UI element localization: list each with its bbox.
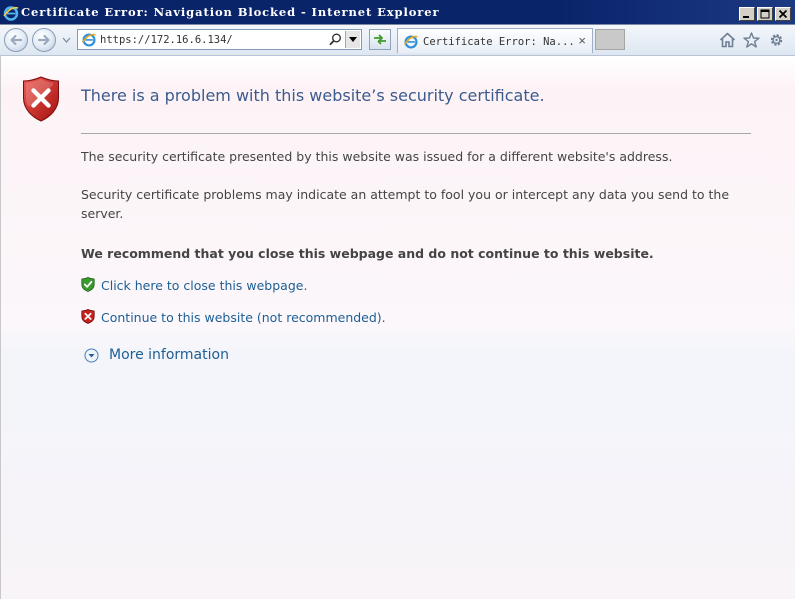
title-bar[interactable]: Certificate Error: Navigation Blocked - … (0, 0, 795, 25)
expand-circle-icon (84, 348, 99, 363)
close-window-button[interactable] (775, 7, 791, 21)
favorites-star-icon[interactable] (743, 32, 760, 53)
navigation-toolbar: https://172.16.6.134/ Certificate Error:… (0, 25, 795, 56)
browser-tab[interactable]: Certificate Error: Na... × (397, 28, 593, 53)
chevron-down-icon (349, 37, 357, 42)
refresh-icon (374, 34, 386, 45)
warning-paragraph: Security certificate problems may indica… (81, 187, 730, 221)
error-shield-icon (22, 76, 60, 127)
refresh-button[interactable] (369, 29, 391, 50)
description-paragraph: The security certificate presented by th… (81, 149, 673, 164)
tab-ie-icon (403, 34, 419, 54)
tab-close-icon[interactable]: × (578, 34, 586, 48)
search-icon[interactable] (329, 33, 342, 51)
divider (81, 133, 751, 134)
minimize-icon (743, 16, 749, 18)
home-icon[interactable] (719, 32, 736, 53)
close-page-link-text[interactable]: Click here to close this webpage. (101, 278, 307, 294)
window-title: Certificate Error: Navigation Blocked - … (21, 5, 440, 19)
ie-logo-icon (3, 5, 19, 21)
back-button[interactable] (4, 28, 28, 52)
more-information-label[interactable]: More information (109, 346, 229, 364)
recommendation-text: We recommend that you close this webpage… (81, 246, 654, 261)
close-icon (778, 9, 788, 19)
back-arrow-icon (10, 34, 23, 46)
maximize-icon (760, 9, 770, 19)
address-bar[interactable]: https://172.16.6.134/ (77, 29, 362, 50)
tab-title: Certificate Error: Na... (423, 36, 575, 48)
history-dropdown-icon[interactable] (62, 37, 71, 43)
new-tab-button[interactable] (595, 29, 625, 50)
address-dropdown-button[interactable] (345, 31, 360, 48)
page-title: There is a problem with this website’s s… (81, 86, 545, 105)
minimize-button[interactable] (739, 7, 755, 21)
continue-link-text[interactable]: Continue to this website (not recommende… (101, 310, 386, 326)
green-shield-check-icon (81, 277, 95, 292)
gear-icon[interactable] (768, 32, 785, 53)
forward-button[interactable] (32, 28, 56, 52)
maximize-button[interactable] (757, 7, 773, 21)
page-ie-icon (81, 32, 97, 52)
page-content (0, 56, 795, 599)
red-shield-x-icon (81, 309, 95, 324)
address-url[interactable]: https://172.16.6.134/ (100, 33, 233, 47)
forward-arrow-icon (37, 34, 50, 46)
